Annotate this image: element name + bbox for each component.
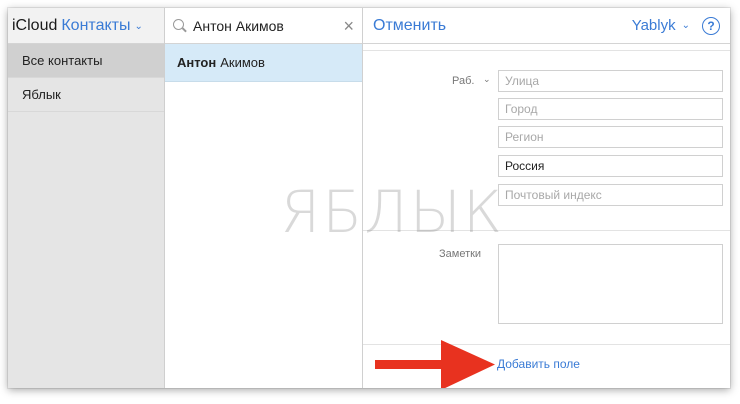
divider xyxy=(363,50,730,51)
contact-first-name: Антон xyxy=(177,55,217,70)
contact-last-name: Акимов xyxy=(220,55,265,70)
account-menu[interactable]: Yablyk xyxy=(632,17,676,34)
contact-row[interactable]: Антон Акимов xyxy=(165,44,362,82)
app-window: iCloud Контакты ⌄ Все контакты Яблык × А… xyxy=(8,8,730,388)
red-arrow-icon xyxy=(375,340,495,388)
search-bar: × xyxy=(165,8,362,44)
street-field[interactable] xyxy=(498,70,723,92)
cancel-button[interactable]: Отменить xyxy=(373,17,446,35)
section-switcher[interactable]: Контакты xyxy=(61,17,130,35)
region-field[interactable] xyxy=(498,126,723,148)
sidebar-header: iCloud Контакты ⌄ xyxy=(8,8,164,44)
chevron-down-icon[interactable]: ⌄ xyxy=(682,20,690,31)
group-yablyk[interactable]: Яблык xyxy=(8,78,164,112)
group-all-contacts[interactable]: Все контакты xyxy=(8,44,164,78)
chevron-down-icon[interactable]: ⌄ xyxy=(483,74,491,85)
detail-header: Отменить Yablyk ⌄ ? xyxy=(363,8,730,44)
help-button[interactable]: ? xyxy=(702,16,720,35)
search-input[interactable] xyxy=(193,17,333,34)
notes-label: Заметки xyxy=(439,248,482,260)
close-icon[interactable]: × xyxy=(343,17,354,35)
country-field[interactable] xyxy=(498,155,723,177)
add-field-link[interactable]: Добавить поле xyxy=(497,357,580,371)
address-type-label[interactable]: Раб. xyxy=(452,75,474,87)
app-title: iCloud xyxy=(12,16,58,34)
watermark-logo: ЯБЛЫК xyxy=(280,178,504,246)
notes-field[interactable] xyxy=(498,244,723,324)
city-field[interactable] xyxy=(498,98,723,120)
sidebar: iCloud Контакты ⌄ Все контакты Яблык xyxy=(8,8,165,388)
chevron-down-icon[interactable]: ⌄ xyxy=(134,21,142,32)
search-icon xyxy=(173,18,187,33)
zip-field[interactable] xyxy=(498,184,723,206)
